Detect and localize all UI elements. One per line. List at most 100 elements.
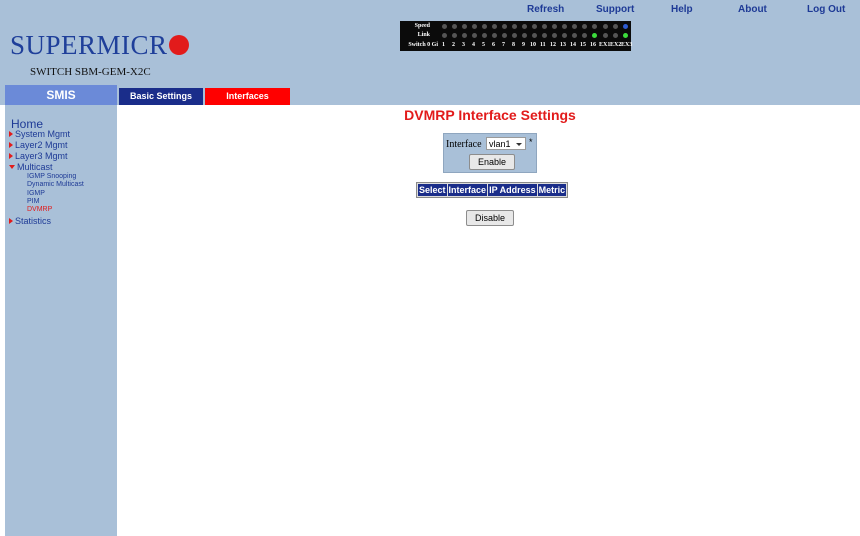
port-led bbox=[462, 33, 467, 38]
chevron-down-icon bbox=[516, 143, 522, 146]
port-led bbox=[452, 33, 457, 38]
nav-bar: SMIS Basic Settings Interfaces bbox=[0, 85, 860, 105]
logo-dot bbox=[168, 35, 189, 55]
port-number: 4 bbox=[472, 42, 475, 48]
sidebar-item-statistics[interactable]: Statistics bbox=[9, 216, 51, 226]
port-led bbox=[512, 24, 517, 29]
port-led bbox=[623, 24, 628, 29]
port-number: 6 bbox=[492, 42, 495, 48]
port-number: EX3 bbox=[621, 42, 633, 48]
tab-basic-settings[interactable]: Basic Settings bbox=[119, 88, 203, 105]
sidebar-subitem-dvmrp[interactable]: DVMRP bbox=[27, 206, 52, 213]
interface-select[interactable]: vlan1 bbox=[486, 137, 526, 150]
interface-table: Select Interface IP Address Metric bbox=[416, 182, 569, 198]
disable-button[interactable]: Disable bbox=[466, 210, 514, 226]
sidebar-item-multicast[interactable]: Multicast bbox=[9, 162, 53, 172]
port-led bbox=[592, 24, 597, 29]
expand-arrow-icon bbox=[9, 153, 13, 159]
port-led bbox=[482, 24, 487, 29]
port-number: 11 bbox=[540, 42, 546, 48]
about-link[interactable]: About bbox=[738, 4, 767, 15]
port-led bbox=[542, 33, 547, 38]
port-number: 13 bbox=[560, 42, 566, 48]
port-led bbox=[552, 33, 557, 38]
port-number: 16 bbox=[590, 42, 596, 48]
port-status-panel: Speed Link Switch 0 Gi 1 2 3 4 5 6 7 8 9… bbox=[400, 21, 633, 51]
port-number: 1 bbox=[442, 42, 445, 48]
port-number: EX1 bbox=[599, 42, 611, 48]
sidebar-subitem-pim[interactable]: PIM bbox=[27, 198, 39, 205]
sidebar-subitem-igmp-snooping[interactable]: IGMP Snooping bbox=[27, 173, 76, 180]
top-links: Refresh Support Help About Log Out bbox=[0, 4, 860, 18]
port-led bbox=[502, 24, 507, 29]
support-link[interactable]: Support bbox=[596, 4, 634, 15]
table-header-select: Select bbox=[418, 184, 447, 196]
port-number: 10 bbox=[530, 42, 536, 48]
page-title: DVMRP Interface Settings bbox=[404, 107, 576, 123]
port-led bbox=[462, 24, 467, 29]
help-link[interactable]: Help bbox=[671, 4, 693, 15]
port-led bbox=[522, 33, 527, 38]
speed-label: Speed bbox=[414, 23, 430, 29]
port-led bbox=[472, 33, 477, 38]
port-led bbox=[532, 33, 537, 38]
port-led bbox=[532, 24, 537, 29]
port-led bbox=[502, 33, 507, 38]
port-led bbox=[582, 33, 587, 38]
sidebar-subitem-igmp[interactable]: IGMP bbox=[27, 190, 45, 197]
port-led bbox=[442, 24, 447, 29]
interface-label: Interface bbox=[446, 139, 482, 150]
port-led bbox=[452, 24, 457, 29]
port-led bbox=[542, 24, 547, 29]
port-led bbox=[572, 33, 577, 38]
port-led bbox=[603, 33, 608, 38]
port-number: 7 bbox=[502, 42, 505, 48]
port-led bbox=[522, 24, 527, 29]
sidebar: Home System Mgmt Layer2 Mgmt Layer3 Mgmt… bbox=[5, 105, 117, 536]
port-number: 8 bbox=[512, 42, 515, 48]
logout-link[interactable]: Log Out bbox=[807, 4, 845, 15]
port-led bbox=[512, 33, 517, 38]
expand-arrow-icon bbox=[9, 218, 13, 224]
expand-arrow-icon bbox=[9, 131, 13, 137]
port-led bbox=[562, 33, 567, 38]
port-led bbox=[472, 24, 477, 29]
interface-form: Interface vlan1 * Enable bbox=[443, 133, 537, 173]
supermicro-logo: SUPERMICR bbox=[10, 30, 189, 61]
refresh-link[interactable]: Refresh bbox=[527, 4, 564, 15]
port-led bbox=[492, 33, 497, 38]
port-led bbox=[572, 24, 577, 29]
smis-label: SMIS bbox=[5, 85, 117, 105]
sidebar-item-layer3-mgmt[interactable]: Layer3 Mgmt bbox=[9, 151, 68, 161]
port-led bbox=[613, 33, 618, 38]
port-led bbox=[592, 33, 597, 38]
port-led bbox=[613, 24, 618, 29]
sidebar-item-system-mgmt[interactable]: System Mgmt bbox=[9, 129, 70, 139]
sidebar-item-layer2-mgmt[interactable]: Layer2 Mgmt bbox=[9, 140, 68, 150]
tab-interfaces[interactable]: Interfaces bbox=[205, 88, 290, 105]
port-number: 2 bbox=[452, 42, 455, 48]
sidebar-subitem-dynamic-multicast[interactable]: Dynamic Multicast bbox=[27, 181, 84, 188]
port-number: 14 bbox=[570, 42, 576, 48]
switch-name: SWITCH SBM-GEM-X2C bbox=[30, 66, 151, 78]
enable-button[interactable]: Enable bbox=[469, 154, 515, 170]
link-row: Link bbox=[400, 31, 631, 40]
port-led bbox=[442, 33, 447, 38]
required-mark: * bbox=[529, 137, 533, 147]
port-number: 9 bbox=[522, 42, 525, 48]
port-number: EX2 bbox=[610, 42, 622, 48]
port-led bbox=[482, 33, 487, 38]
port-led bbox=[492, 24, 497, 29]
table-header-metric: Metric bbox=[537, 184, 567, 196]
table-header-ip-address: IP Address bbox=[488, 184, 537, 196]
port-led bbox=[582, 24, 587, 29]
table-header-interface: Interface bbox=[447, 184, 488, 196]
switch-label: Switch 0 Gi bbox=[408, 42, 438, 48]
port-number: 15 bbox=[580, 42, 586, 48]
port-number: 5 bbox=[482, 42, 485, 48]
header: SUPERMICR SWITCH SBM-GEM-X2C Refresh Sup… bbox=[0, 0, 860, 85]
link-label: Link bbox=[417, 32, 430, 38]
port-led bbox=[623, 33, 628, 38]
expand-arrow-icon bbox=[9, 142, 13, 148]
port-number: 3 bbox=[462, 42, 465, 48]
